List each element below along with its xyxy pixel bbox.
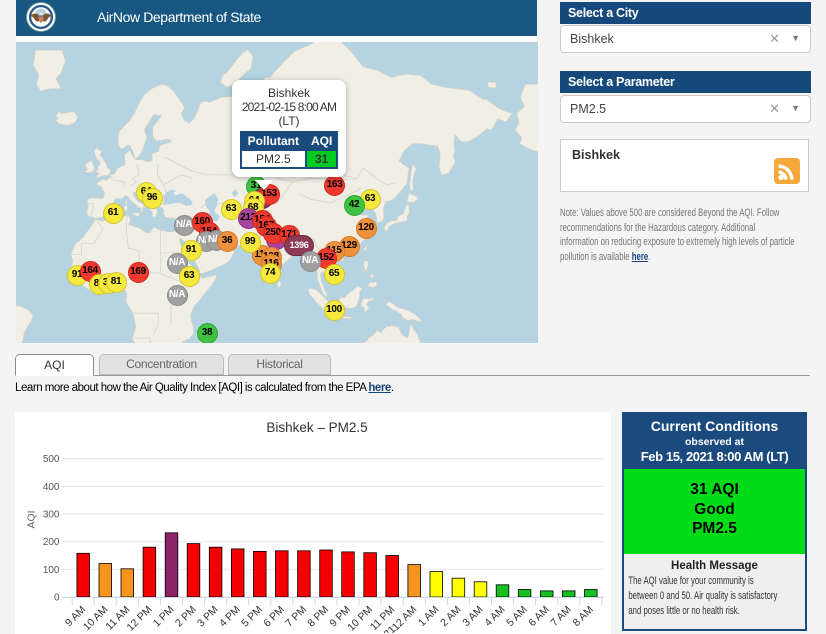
svg-text:100: 100 — [43, 565, 60, 576]
svg-text:AQI: AQI — [26, 510, 38, 528]
svg-text:400: 400 — [43, 482, 60, 493]
svg-text:500: 500 — [43, 454, 60, 465]
svg-text:200: 200 — [43, 537, 60, 548]
svg-text:0: 0 — [54, 593, 60, 604]
svg-text:300: 300 — [43, 510, 60, 521]
svg-text:Bishkek – PM2.5: Bishkek – PM2.5 — [266, 420, 367, 435]
